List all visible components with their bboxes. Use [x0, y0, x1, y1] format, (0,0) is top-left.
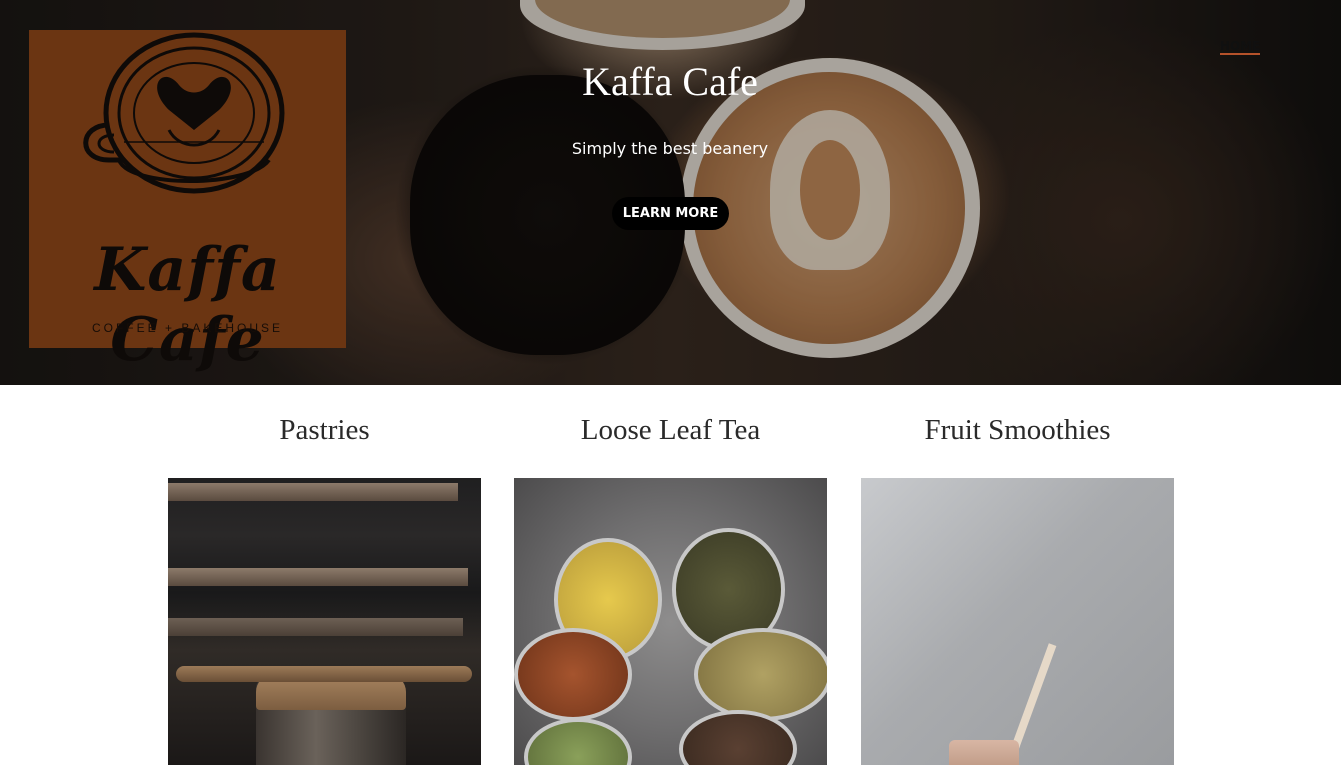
- feature-title-fruit-smoothies: Fruit Smoothies: [924, 414, 1111, 446]
- nav-home-link[interactable]: HOME: [1220, 39, 1261, 55]
- wooden-spoon-image: [176, 666, 472, 682]
- site-logo[interactable]: Kaffa Cafe COFFEE + BAKEHOUSE: [29, 30, 346, 375]
- tea-spoon-mint: [524, 718, 632, 765]
- tea-spoon-rooibos: [514, 628, 632, 721]
- feature-title-pastries: Pastries: [279, 414, 370, 446]
- logo-subtitle: COFFEE + BAKEHOUSE: [91, 321, 284, 335]
- tea-spoon-herbal: [694, 628, 827, 721]
- logo-script-text: Kaffa Cafe: [94, 235, 281, 375]
- smoothie-glass-image: [949, 740, 1019, 765]
- hero-banner: Kaffa Cafe COFFEE + BAKEHOUSE Kaffa Cafe…: [0, 0, 1341, 385]
- shelf-image: [168, 568, 468, 586]
- loose-leaf-tea-image: [514, 478, 827, 765]
- pastries-image: [168, 478, 481, 765]
- shelf-image: [168, 618, 463, 636]
- hero-title: Kaffa Cafe: [582, 59, 758, 104]
- feature-title-loose-leaf-tea: Loose Leaf Tea: [580, 414, 761, 446]
- coffee-cup-icon: [83, 32, 285, 194]
- straw-image: [1011, 643, 1057, 750]
- hero-subtitle: Simply the best beanery: [571, 139, 769, 158]
- shelf-image: [168, 483, 458, 501]
- fruit-smoothie-image: [861, 478, 1174, 765]
- learn-more-button[interactable]: LEARN MORE: [612, 197, 729, 230]
